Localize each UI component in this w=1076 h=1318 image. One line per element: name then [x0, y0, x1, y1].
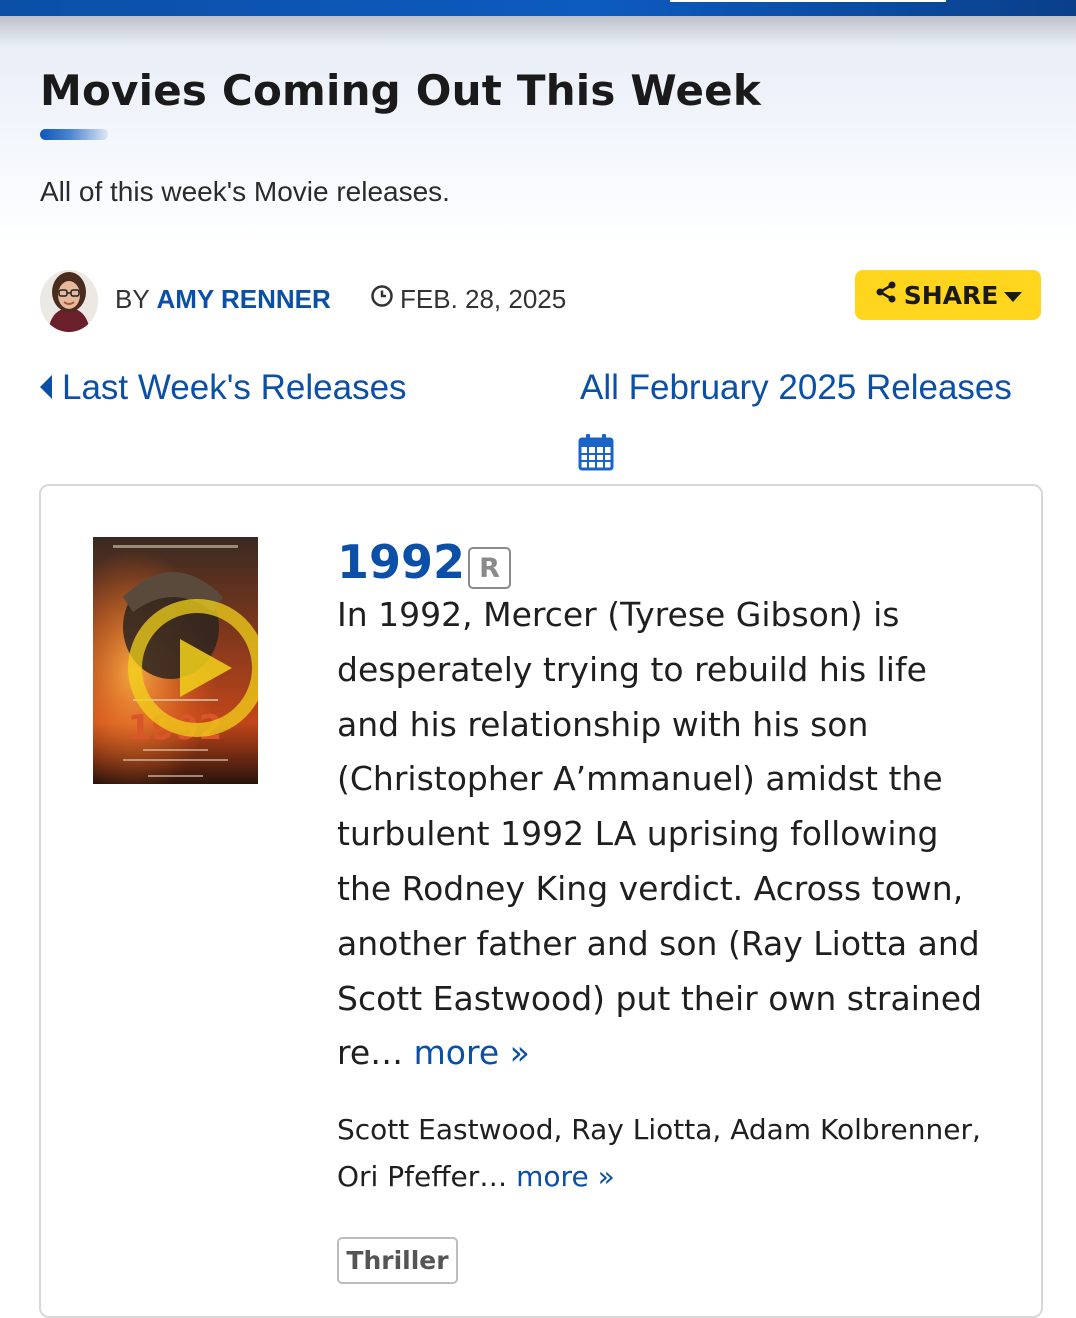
synopsis-more-link[interactable]: more »	[414, 1033, 530, 1072]
calendar-icon[interactable]	[578, 433, 614, 471]
page-header	[0, 16, 1076, 246]
page-subtitle: All of this week's Movie releases.	[40, 176, 450, 207]
cast-more-link[interactable]: more »	[516, 1160, 615, 1193]
top-nav-active-indicator	[670, 0, 946, 2]
publish-date-text: FEB. 28, 2025	[400, 284, 567, 314]
top-nav-bar	[0, 0, 1076, 16]
caret-down-icon	[1004, 281, 1023, 310]
cast-text: Scott Eastwood, Ray Liotta, Adam Kolbren…	[337, 1113, 981, 1193]
movie-synopsis: In 1992, Mercer (Tyrese Gibson) is despe…	[337, 588, 997, 1081]
byline-prefix: BY	[115, 284, 150, 314]
clock-icon	[370, 284, 394, 315]
share-button[interactable]: SHARE	[855, 270, 1041, 320]
share-icon	[874, 280, 898, 310]
publish-date: FEB. 28, 2025	[370, 284, 566, 315]
byline: BY AMY RENNER	[115, 284, 331, 315]
author-avatar[interactable]	[40, 270, 98, 332]
movie-cast: Scott Eastwood, Ray Liotta, Adam Kolbren…	[337, 1106, 997, 1200]
last-week-releases-label: Last Week's Releases	[62, 368, 407, 407]
caret-left-icon	[40, 368, 52, 408]
movie-title-link[interactable]: 1992	[337, 535, 465, 589]
all-month-releases-link[interactable]: All February 2025 Releases	[580, 368, 1012, 408]
share-label: SHARE	[903, 280, 999, 310]
page-title: Movies Coming Out This Week	[40, 66, 761, 115]
title-underline	[40, 129, 108, 140]
header-shadow	[0, 16, 1076, 46]
movie-poster-trailer[interactable]: 1992	[93, 537, 258, 784]
last-week-releases-link[interactable]: Last Week's Releases	[40, 368, 407, 408]
play-icon[interactable]	[128, 599, 258, 737]
author-link[interactable]: AMY RENNER	[156, 284, 330, 314]
synopsis-text: In 1992, Mercer (Tyrese Gibson) is despe…	[337, 595, 983, 1073]
rating-badge: R	[468, 547, 511, 589]
genre-tag[interactable]: Thriller	[337, 1237, 458, 1284]
